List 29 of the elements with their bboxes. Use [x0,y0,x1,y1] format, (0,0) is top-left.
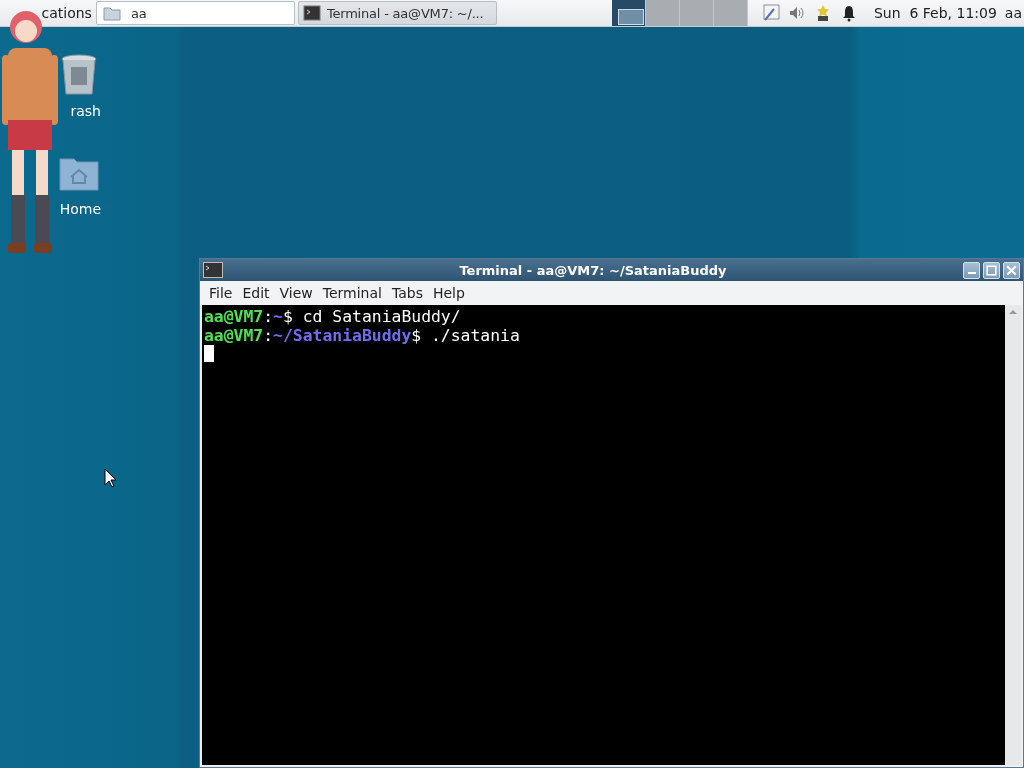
menu-item[interactable]: Terminal [317,285,387,301]
terminal-line: aa@VM7:~$ cd SataniaBuddy/ [204,307,461,326]
icon-label[interactable]: rash [70,103,101,119]
maximize-button[interactable] [983,261,1000,279]
taskbar-button[interactable]: Terminal - aa@VM7: ~/... [297,1,497,25]
scrollbar[interactable] [1005,305,1021,765]
close-button[interactable] [1003,261,1020,279]
icon-label[interactable]: Home [59,201,101,217]
mouse-pointer-icon [104,468,118,488]
menu-item[interactable]: Tabs [386,285,428,301]
user-menu[interactable]: aa [1004,5,1024,21]
trash-icon [59,53,99,97]
taskbar-button[interactable]: aa [95,1,295,25]
clock[interactable]: Sun 6 Feb, 11:09 [873,5,997,21]
menu-item[interactable]: Help [427,285,470,301]
scroll-up-icon[interactable] [1008,309,1018,315]
minimize-icon [967,271,976,274]
workspace-button[interactable] [611,0,646,26]
window-title: Terminal - aa@VM7: ~/SataniaBuddy [458,262,728,278]
minimize-button[interactable] [963,261,980,279]
menu-item[interactable]: Edit [237,285,275,301]
maximize-icon [984,262,999,278]
menu-item[interactable]: File [204,285,238,301]
folder-icon [102,5,121,21]
applications-menu[interactable]: cations [39,5,94,21]
terminal-icon [203,262,223,278]
menu-item[interactable]: View [274,285,318,301]
terminal-icon [302,5,321,21]
terminal-line: aa@VM7:~/SataniaBuddy$ ./satania [204,326,520,345]
